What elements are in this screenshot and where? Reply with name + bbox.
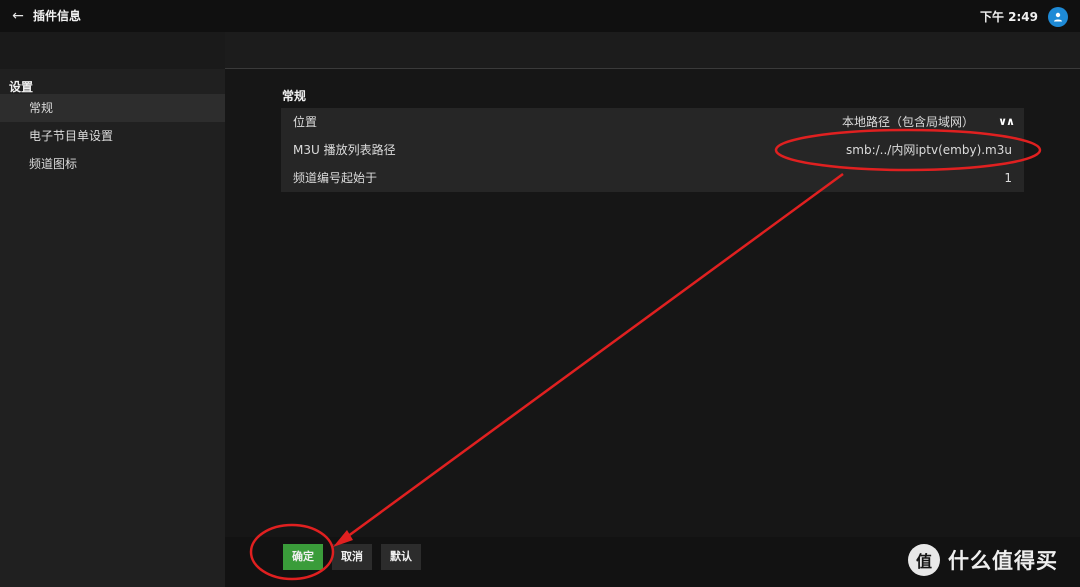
ok-button[interactable]: 确定: [283, 544, 323, 570]
setting-label: 位置: [293, 115, 318, 129]
sidebar-item-channel-icons[interactable]: 频道图标: [0, 150, 225, 178]
sidebar-header-strip: [0, 32, 225, 69]
setting-value: 1: [1004, 171, 1012, 185]
sidebar-item-label: 电子节目单设置: [29, 129, 114, 143]
setting-label: 频道编号起始于: [293, 171, 378, 185]
setting-label: M3U 播放列表路径: [293, 143, 396, 157]
sidebar-item-epg-settings[interactable]: 电子节目单设置: [0, 122, 225, 150]
settings-list: 位置 本地路径（包含局域网） ∨∧ M3U 播放列表路径 smb:/../内网i…: [281, 108, 1024, 192]
app-title: 插件信息: [33, 9, 82, 23]
clock: 下午 2:49: [979, 10, 1038, 24]
watermark-logo: 值: [908, 544, 940, 576]
sidebar-item-label: 频道图标: [29, 157, 78, 171]
section-title: 常规: [282, 89, 307, 103]
sidebar-item-general[interactable]: 常规: [0, 94, 225, 122]
setting-value: smb:/../内网iptv(emby).m3u: [846, 143, 1012, 157]
content-header: [225, 32, 1080, 69]
chevron-up-down-icon[interactable]: ∨∧: [998, 108, 1015, 136]
setting-m3u-path[interactable]: M3U 播放列表路径 smb:/../内网iptv(emby).m3u: [281, 136, 1024, 164]
user-icon[interactable]: [1048, 7, 1068, 27]
sidebar-heading: 设置: [9, 80, 34, 94]
arrow-left-icon[interactable]: ←: [10, 8, 26, 24]
avatar-glyph: [1054, 12, 1062, 22]
watermark: 值 什么值得买: [908, 542, 1058, 578]
setting-location[interactable]: 位置 本地路径（包含局域网） ∨∧: [281, 108, 1024, 136]
cancel-button[interactable]: 取消: [332, 544, 372, 570]
arrow-line: [339, 172, 844, 544]
title-bar: ← 插件信息 下午 2:49: [0, 0, 1080, 32]
sidebar: 设置 常规 电子节目单设置 频道图标: [0, 32, 225, 587]
setting-channel-start[interactable]: 频道编号起始于 1: [281, 164, 1024, 192]
sidebar-item-label: 常规: [29, 101, 54, 115]
watermark-text: 什么值得买: [948, 549, 1058, 573]
setting-value: 本地路径（包含局域网）: [841, 115, 974, 129]
default-button[interactable]: 默认: [381, 544, 421, 570]
